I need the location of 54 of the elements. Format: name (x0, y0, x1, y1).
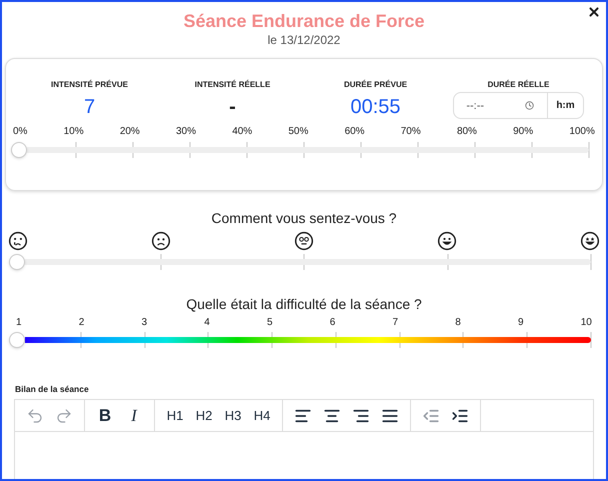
editor-label: Bilan de la séance (15, 383, 90, 395)
redo-icon (55, 406, 73, 424)
feeling-question: Comment vous sentez-vous ? (211, 209, 397, 227)
heading-button[interactable]: H1 (161, 402, 189, 430)
smiling-face-icon (437, 231, 457, 251)
stat-label: DURÉE RÉELLE (488, 79, 550, 91)
percent-label: 20% (120, 125, 140, 139)
clock-icon (525, 101, 534, 110)
difficulty-number: 4 (204, 316, 210, 330)
percent-label: 40% (232, 125, 252, 139)
sad-face-icon (151, 231, 171, 251)
duration-input[interactable]: --:-- (453, 92, 548, 119)
bold-button[interactable]: B (91, 402, 119, 430)
close-icon (587, 5, 601, 19)
difficulty-number: 3 (142, 316, 148, 330)
crying-face-icon (8, 231, 28, 251)
difficulty-number: 5 (267, 316, 273, 330)
percent-label: 0% (13, 125, 28, 139)
slider-thumb[interactable] (9, 254, 25, 270)
dizzy-face-icon (294, 231, 314, 251)
stat-label: INTENSITÉ RÉELLE (194, 79, 270, 91)
heading-button[interactable]: H2 (190, 402, 218, 430)
percent-label: 100% (569, 125, 595, 139)
difficulty-number: 10 (580, 316, 592, 330)
star-eyes-face-icon (580, 231, 600, 251)
percent-label: 30% (176, 125, 196, 139)
percent-label: 50% (288, 125, 308, 139)
italic-button[interactable]: I (120, 402, 148, 430)
stat-value: 7 (84, 95, 96, 120)
session-date: le 13/12/2022 (268, 32, 340, 48)
difficulty-number: 7 (392, 316, 398, 330)
difficulty-number: 9 (518, 316, 524, 330)
difficulty-number: 6 (330, 316, 336, 330)
session-title: Séance Endurance de Force (183, 10, 425, 32)
stat-value: 00:55 (350, 95, 401, 120)
unit-label: h:m (548, 92, 584, 119)
stat-label: DURÉE PRÉVUE (344, 79, 408, 91)
stat-label: INTENSITÉ PRÉVUE (51, 79, 128, 91)
percent-label: 60% (344, 125, 365, 139)
heading-button[interactable]: H4 (248, 402, 276, 430)
difficulty-number: 1 (16, 316, 22, 330)
slider-thumb[interactable] (9, 332, 25, 348)
percent-label: 90% (513, 125, 534, 139)
difficulty-question: Quelle était la difficulté de la séance ? (186, 295, 422, 313)
heading-button[interactable]: H3 (219, 402, 247, 430)
slider-thumb[interactable] (11, 142, 27, 158)
undo-icon (26, 406, 44, 424)
stat-value: - (229, 95, 236, 120)
difficulty-number: 8 (455, 316, 461, 330)
difficulty-number: 2 (78, 316, 84, 330)
percent-label: 70% (400, 125, 421, 139)
percent-label: 80% (456, 125, 477, 139)
percent-label: 10% (64, 125, 84, 139)
rich-text-editor[interactable]: B I H1 H2 H3 H4 (14, 399, 594, 479)
